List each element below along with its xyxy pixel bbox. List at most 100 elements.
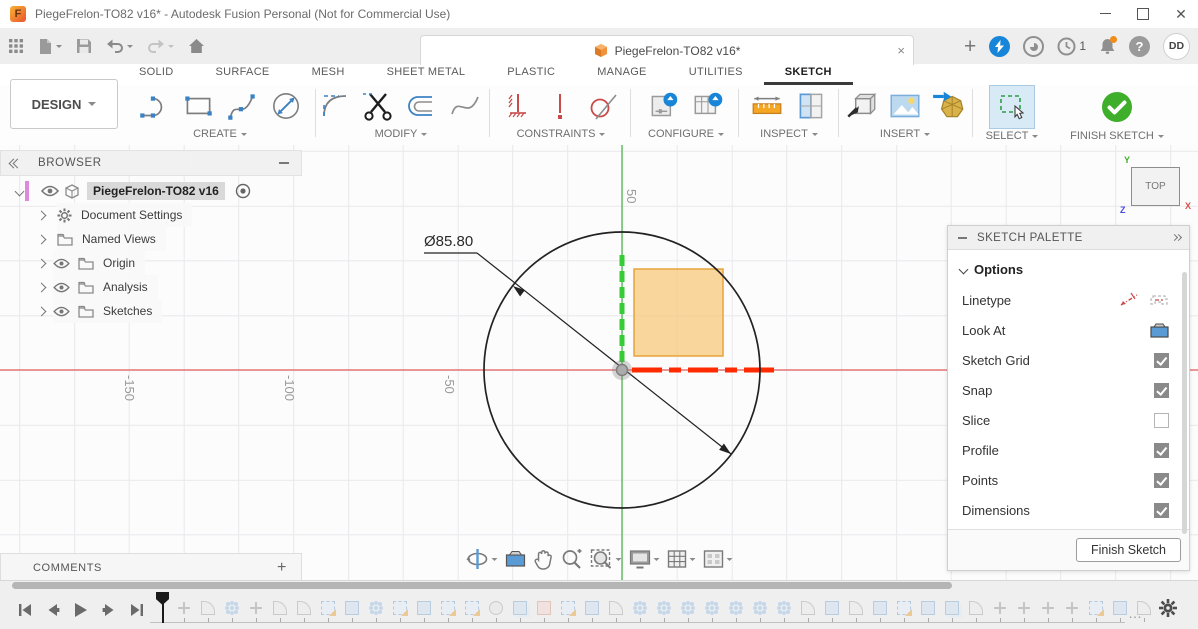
add-comment-button[interactable]: +	[277, 559, 287, 577]
tab-manage[interactable]: MANAGE	[576, 66, 667, 85]
timeline-feature-pattern[interactable]	[777, 601, 791, 615]
play-button[interactable]	[70, 599, 92, 621]
timeline-scroll-track[interactable]	[0, 581, 1198, 590]
file-menu-button[interactable]	[38, 38, 62, 55]
constraint-tangent-tool[interactable]	[585, 89, 621, 123]
redo-button[interactable]	[147, 39, 174, 53]
minimize-button[interactable]	[1088, 0, 1122, 27]
timeline-feature-move[interactable]	[1065, 601, 1079, 615]
tab-solid[interactable]: SOLID	[118, 66, 195, 85]
group-modify-label[interactable]: MODIFY	[375, 128, 428, 140]
palette-scrollbar[interactable]	[1182, 272, 1187, 534]
finish-sketch-button[interactable]: Finish Sketch	[1076, 538, 1181, 562]
configure-table-tool[interactable]	[690, 88, 726, 124]
browser-item-analysis[interactable]: Analysis	[0, 275, 302, 299]
group-select-label[interactable]: SELECT	[986, 130, 1039, 142]
undo-button[interactable]	[106, 39, 133, 53]
orbit-button[interactable]	[466, 548, 498, 570]
view-cube[interactable]: TOP Y Z X	[1131, 167, 1180, 206]
zoom-button[interactable]	[561, 548, 583, 570]
expand-icon[interactable]	[37, 234, 47, 244]
browser-item-origin[interactable]: Origin	[0, 251, 302, 275]
close-button[interactable]: ✕	[1164, 0, 1198, 27]
timeline-feature-extrude[interactable]	[585, 601, 599, 615]
centerline-linetype-icon[interactable]	[1149, 292, 1169, 308]
look-at-icon[interactable]	[1150, 323, 1169, 338]
timeline-feature-move[interactable]	[177, 601, 191, 615]
selected-profile-region[interactable]	[634, 269, 723, 356]
insert-mesh-tool[interactable]	[931, 88, 967, 124]
timeline-feature-pattern[interactable]	[729, 601, 743, 615]
save-button[interactable]	[76, 38, 92, 54]
palette-options-section[interactable]: Options	[948, 256, 1189, 285]
extensions-button[interactable]	[1023, 36, 1044, 57]
timeline-feature-fillet[interactable]	[849, 601, 863, 615]
timeline-feature-combine[interactable]	[945, 601, 959, 615]
eye-icon[interactable]	[53, 306, 70, 317]
create-rectangle-tool[interactable]	[180, 88, 216, 124]
notifications-button[interactable]	[1099, 37, 1116, 55]
display-settings-button[interactable]	[629, 549, 660, 569]
group-constraints-label[interactable]: CONSTRAINTS	[517, 128, 606, 140]
user-avatar[interactable]: DD	[1163, 33, 1190, 60]
timeline-feature-pattern[interactable]	[225, 601, 239, 615]
timeline-feature-sketch[interactable]	[465, 601, 479, 615]
construction-linetype-icon[interactable]	[1119, 292, 1139, 308]
job-status-button[interactable]: 1	[1057, 37, 1086, 56]
points-checkbox[interactable]	[1154, 473, 1169, 488]
timeline-feature-extrude[interactable]	[921, 601, 935, 615]
modify-trim-tool[interactable]	[361, 89, 395, 123]
eye-icon[interactable]	[53, 258, 70, 269]
timeline-feature-extrude[interactable]	[345, 601, 359, 615]
browser-root-label[interactable]: PiegeFrelon-TO82 v16	[87, 182, 225, 200]
create-line-tool[interactable]	[136, 88, 172, 124]
timeline-feature-combine[interactable]	[513, 601, 527, 615]
group-insert-label[interactable]: INSERT	[880, 128, 930, 140]
timeline-feature-sketch[interactable]	[1089, 601, 1103, 615]
browser-minimize-button[interactable]	[279, 162, 289, 164]
insert-derive-tool[interactable]	[843, 88, 879, 124]
timeline-feature-extrude[interactable]	[417, 601, 431, 615]
timeline-feature-move[interactable]	[1041, 601, 1055, 615]
modeling-canvas[interactable]: Ø85.80 -150 -100 -50 50 TOP Y Z X BROWSE…	[0, 145, 1198, 580]
modify-offset-tool[interactable]	[403, 89, 439, 123]
tab-surface[interactable]: SURFACE	[195, 66, 291, 85]
maximize-button[interactable]	[1126, 0, 1160, 27]
profile-checkbox[interactable]	[1154, 443, 1169, 458]
look-at-button[interactable]	[505, 550, 527, 568]
timeline-feature-fillet[interactable]	[273, 601, 287, 615]
pan-button[interactable]	[534, 549, 554, 570]
browser-item-named-views[interactable]: Named Views	[0, 227, 302, 251]
constraint-vertical-tool[interactable]	[543, 89, 577, 123]
timeline-feature-fillet[interactable]	[201, 601, 215, 615]
workspace-selector[interactable]: DESIGN	[10, 79, 118, 129]
tab-utilities[interactable]: UTILITIES	[668, 66, 764, 85]
expand-icon[interactable]	[37, 306, 47, 316]
timeline-feature-fillet[interactable]	[609, 601, 623, 615]
browser-item-sketches[interactable]: Sketches	[0, 299, 302, 323]
tab-sheet-metal[interactable]: SHEET METAL	[366, 66, 487, 85]
tab-sketch[interactable]: SKETCH	[764, 66, 853, 85]
palette-collapse-button[interactable]	[958, 237, 967, 239]
configure-feature-tool[interactable]	[646, 88, 682, 124]
go-to-end-button[interactable]	[126, 599, 148, 621]
timeline-feature-pattern[interactable]	[753, 601, 767, 615]
finish-sketch-button[interactable]	[1099, 89, 1135, 125]
slice-checkbox[interactable]	[1154, 413, 1169, 428]
new-document-button[interactable]: +	[964, 36, 976, 57]
browser-item-document-settings[interactable]: Document Settings	[0, 203, 302, 227]
tab-mesh[interactable]: MESH	[291, 66, 366, 85]
browser-root-row[interactable]: PiegeFrelon-TO82 v16	[0, 179, 302, 203]
inspect-section-tool[interactable]	[793, 88, 829, 124]
display-caret-icon[interactable]	[654, 558, 660, 561]
grid-caret-icon[interactable]	[690, 558, 696, 561]
timeline-feature-extrude[interactable]	[1113, 601, 1127, 615]
expand-icon[interactable]	[37, 210, 47, 220]
group-configure-label[interactable]: CONFIGURE	[648, 128, 724, 140]
activate-component-radio[interactable]	[235, 183, 251, 199]
timeline-feature-extrude[interactable]	[873, 601, 887, 615]
home-button[interactable]	[188, 38, 205, 54]
modify-break-tool[interactable]	[447, 89, 483, 123]
constraint-fixed-tool[interactable]	[501, 89, 535, 123]
viewports-button[interactable]	[703, 549, 733, 569]
